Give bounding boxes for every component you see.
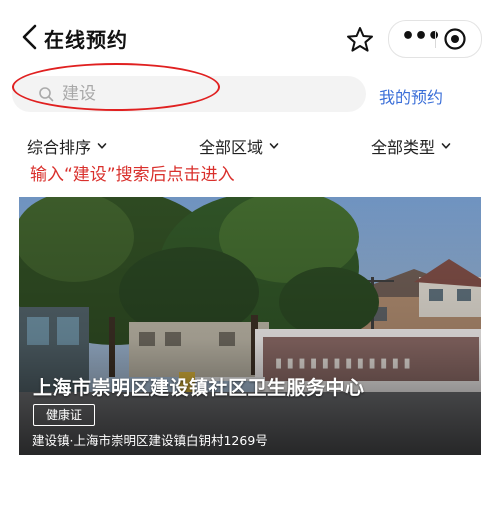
star-outline-icon[interactable] <box>343 23 377 57</box>
filter-type[interactable]: 全部类型 <box>371 134 451 158</box>
service-tag: 健康证 <box>33 404 96 426</box>
chevron-down-icon <box>441 143 451 149</box>
target-circle-icon[interactable] <box>443 27 467 51</box>
more-dots-icon[interactable]: ••• <box>401 25 441 53</box>
search-input[interactable] <box>62 82 322 106</box>
capsule-divider <box>435 30 436 48</box>
filter-region-label: 全部区域 <box>199 138 264 157</box>
clinic-address: 建设镇·上海市崇明区建设镇白钥村1269号 <box>32 433 268 448</box>
filter-sort-label: 综合排序 <box>27 138 92 157</box>
chevron-down-icon <box>269 143 279 149</box>
my-bookings-link[interactable]: 我的预约 <box>379 84 443 108</box>
search-icon <box>39 87 54 102</box>
filter-sort[interactable]: 综合排序 <box>27 134 107 158</box>
filter-region[interactable]: 全部区域 <box>199 134 279 158</box>
back-chevron-icon[interactable] <box>18 22 42 52</box>
search-bar[interactable] <box>12 76 366 112</box>
clinic-card[interactable]: ▮ ▮ ▮ ▮ ▮ ▮ ▮ ▮ ▮ ▮ ▮ ▮ 上海市崇明区建设镇社区卫生服务中… <box>19 197 481 455</box>
clinic-title: 上海市崇明区建设镇社区卫生服务中心 <box>33 377 365 399</box>
instruction-hint: 输入“建设”搜索后点击进入 <box>30 165 235 185</box>
mini-program-capsule: ••• <box>388 20 482 58</box>
chevron-down-icon <box>97 143 107 149</box>
page-title: 在线预约 <box>44 28 128 52</box>
filter-type-label: 全部类型 <box>371 138 436 157</box>
